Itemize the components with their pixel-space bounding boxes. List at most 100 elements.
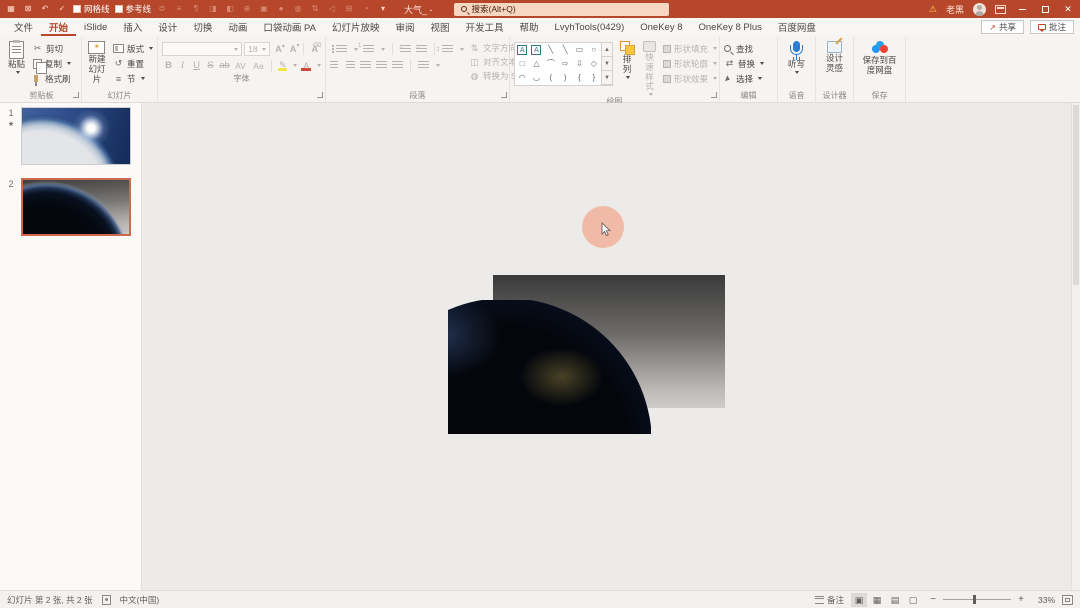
dictate-button[interactable]: 听写 bbox=[786, 39, 807, 74]
layout-button[interactable]: 版式 bbox=[113, 42, 153, 55]
zoom-out-button[interactable]: − bbox=[928, 594, 938, 605]
qat-icon-faded[interactable]: ◍ bbox=[292, 3, 304, 15]
avatar[interactable] bbox=[973, 3, 986, 16]
new-slide-button[interactable]: 新建 幻灯片 bbox=[86, 39, 108, 84]
share-button[interactable]: ↗ 共享 bbox=[981, 20, 1024, 34]
decrease-indent-icon[interactable] bbox=[400, 45, 411, 54]
line-spacing-icon[interactable] bbox=[442, 45, 453, 54]
vertical-textbox-shape[interactable]: A bbox=[531, 45, 541, 55]
user-name[interactable]: 老黑 bbox=[946, 3, 964, 16]
align-left-icon[interactable] bbox=[330, 61, 341, 70]
zoom-in-button[interactable]: + bbox=[1016, 594, 1026, 605]
italic-button[interactable]: I bbox=[176, 59, 189, 72]
paste-button[interactable]: 粘贴 bbox=[6, 39, 27, 74]
thumbnail-frame[interactable] bbox=[21, 107, 131, 165]
comments-button[interactable]: 批注 bbox=[1030, 20, 1074, 34]
accessibility-icon[interactable] bbox=[102, 595, 111, 605]
qat-icon-faded[interactable]: ⊞ bbox=[343, 3, 355, 15]
tab-design[interactable]: 设计 bbox=[150, 18, 185, 36]
diamond-shape[interactable]: ◇ bbox=[588, 58, 600, 70]
qat-icon-faded[interactable]: ● bbox=[275, 3, 287, 15]
tab-home[interactable]: 开始 bbox=[41, 18, 76, 36]
square-shape[interactable]: □ bbox=[516, 58, 528, 70]
shape-effects-button[interactable]: 形状效果 bbox=[663, 72, 717, 85]
scrollbar-thumb[interactable] bbox=[1073, 105, 1079, 285]
qat-slideshow-icon[interactable]: ⊠ bbox=[22, 3, 34, 15]
double-strikethrough-button[interactable]: ab bbox=[218, 59, 231, 72]
align-right-icon[interactable] bbox=[360, 61, 371, 70]
tab-pocket-animation[interactable]: 口袋动画 PA bbox=[255, 18, 324, 36]
qat-icon-faded[interactable]: ⊕ bbox=[241, 3, 253, 15]
gallery-more-button[interactable]: ▼ bbox=[602, 71, 612, 85]
slide-thumbnail-2[interactable]: 2 bbox=[4, 178, 141, 236]
section-button[interactable]: ≡ 节 bbox=[113, 72, 153, 85]
align-center-icon[interactable] bbox=[346, 61, 355, 70]
zoom-slider-thumb[interactable] bbox=[973, 595, 976, 604]
qat-icon-faded[interactable]: ◨ bbox=[207, 3, 219, 15]
zoom-level[interactable]: 33% bbox=[1033, 595, 1055, 605]
text-highlight-button[interactable]: ✎ bbox=[276, 59, 290, 72]
qat-icon-faded[interactable]: ◁ bbox=[326, 3, 338, 15]
tab-islide[interactable]: iSlide bbox=[76, 18, 115, 36]
paragraph-dialog-launcher[interactable] bbox=[501, 92, 507, 98]
arc-shape[interactable]: ⌒ bbox=[545, 58, 557, 70]
restore-button[interactable] bbox=[1038, 4, 1052, 14]
change-case-button[interactable]: Aa bbox=[250, 59, 267, 72]
rectangle-shape[interactable]: ▭ bbox=[573, 44, 585, 56]
reset-button[interactable]: ↺ 重置 bbox=[113, 57, 153, 70]
dropdown-caret[interactable] bbox=[381, 48, 385, 51]
distribute-icon[interactable] bbox=[392, 61, 403, 70]
tab-onekey8[interactable]: OneKey 8 bbox=[632, 18, 690, 36]
earth-picture[interactable] bbox=[448, 300, 651, 434]
bold-button[interactable]: B bbox=[162, 59, 175, 72]
fit-to-window-icon[interactable] bbox=[1062, 595, 1073, 605]
thumbnail-frame[interactable] bbox=[21, 178, 131, 236]
cut-button[interactable]: ✂ 剪切 bbox=[32, 42, 71, 55]
qat-icon-faded[interactable]: ⊜ bbox=[156, 3, 168, 15]
right-brace-shape[interactable]: ) bbox=[559, 72, 571, 84]
tab-developer[interactable]: 开发工具 bbox=[458, 18, 512, 36]
replace-button[interactable]: ⇄ 替换 bbox=[724, 57, 764, 70]
qat-icon-faded[interactable]: ▣ bbox=[258, 3, 270, 15]
language-indicator[interactable]: 中文(中国) bbox=[120, 594, 160, 606]
qat-icon-faded[interactable]: ⇅ bbox=[309, 3, 321, 15]
qat-undo-icon[interactable]: ↶ bbox=[39, 3, 51, 15]
right-bracket-shape[interactable]: } bbox=[588, 72, 600, 84]
line-shape[interactable]: ╲ bbox=[545, 44, 557, 56]
guides-checkbox[interactable]: 参考线 bbox=[115, 3, 152, 15]
gallery-scroll-down[interactable]: ▼ bbox=[602, 57, 612, 71]
save-to-baidu-button[interactable]: 保存到百度网盘 bbox=[858, 39, 901, 76]
normal-view-button[interactable]: ▣ bbox=[851, 593, 867, 607]
design-ideas-button[interactable]: 设计灵感 bbox=[820, 39, 849, 74]
shape-outline-button[interactable]: 形状轮廓 bbox=[663, 57, 717, 70]
slide-editing-canvas[interactable] bbox=[142, 103, 1080, 590]
underline-button[interactable]: U bbox=[190, 59, 203, 72]
close-button[interactable]: ✕ bbox=[1061, 4, 1075, 15]
dropdown-caret[interactable] bbox=[460, 48, 464, 51]
clear-formatting-button[interactable]: A⌫ bbox=[308, 44, 321, 54]
character-spacing-button[interactable]: AV bbox=[232, 59, 249, 72]
dropdown-caret[interactable] bbox=[317, 64, 321, 67]
font-size-combo[interactable]: 18 bbox=[244, 42, 270, 56]
warning-icon[interactable]: ⚠ bbox=[929, 4, 937, 15]
qat-check-icon[interactable]: ✓ bbox=[56, 3, 68, 15]
justify-icon[interactable] bbox=[376, 61, 387, 70]
arrange-button[interactable]: 排列 bbox=[618, 39, 636, 79]
ribbon-display-options-icon[interactable] bbox=[995, 5, 1006, 14]
find-button[interactable]: 查找 bbox=[724, 42, 764, 55]
format-painter-button[interactable]: 格式刷 bbox=[32, 72, 71, 85]
reading-view-button[interactable]: ▤ bbox=[887, 593, 903, 607]
tab-baidu-pan[interactable]: 百度网盘 bbox=[770, 18, 824, 36]
tab-onekey8plus[interactable]: OneKey 8 Plus bbox=[691, 18, 770, 36]
slideshow-button[interactable]: ▢ bbox=[905, 593, 921, 607]
tab-help[interactable]: 帮助 bbox=[512, 18, 547, 36]
bullets-icon[interactable] bbox=[336, 45, 347, 54]
curve-shape[interactable]: ◠ bbox=[516, 72, 528, 84]
tab-transitions[interactable]: 切换 bbox=[185, 18, 220, 36]
left-bracket-shape[interactable]: { bbox=[573, 72, 585, 84]
dropdown-caret[interactable] bbox=[436, 64, 440, 67]
shrink-font-button[interactable]: A▾ bbox=[287, 44, 300, 54]
vertical-scrollbar[interactable] bbox=[1071, 103, 1080, 590]
down-arrow-shape[interactable]: ⇩ bbox=[573, 58, 585, 70]
grow-font-button[interactable]: A▴ bbox=[272, 44, 285, 54]
